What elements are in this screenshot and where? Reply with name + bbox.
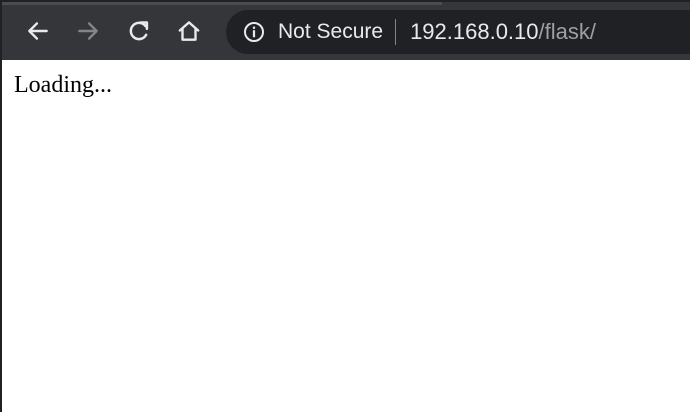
arrow-right-icon: [78, 22, 98, 40]
home-button[interactable]: [173, 14, 205, 48]
arrow-left-icon: [28, 22, 48, 40]
tab-strip-edge: [2, 2, 442, 5]
browser-window: Not Secure 192.168.0.10/flask/ Loading..…: [0, 0, 690, 412]
url-path: /flask/: [538, 19, 596, 44]
reload-button[interactable]: [123, 14, 155, 48]
url-text[interactable]: 192.168.0.10/flask/: [410, 19, 596, 45]
url-host: 192.168.0.10: [410, 19, 539, 44]
address-bar[interactable]: Not Secure 192.168.0.10/flask/: [226, 10, 690, 54]
security-status-label: Not Secure: [278, 20, 384, 43]
reload-icon: [129, 21, 149, 41]
forward-button[interactable]: [72, 14, 104, 48]
page-viewport: Loading...: [2, 60, 690, 412]
home-icon: [178, 21, 200, 41]
site-info-button[interactable]: Not Secure: [226, 10, 395, 54]
info-circle-icon: [244, 22, 264, 42]
back-button[interactable]: [22, 14, 54, 48]
browser-toolbar: Not Secure 192.168.0.10/flask/: [2, 0, 690, 60]
loading-message: Loading...: [14, 72, 112, 98]
omnibox-divider: [395, 19, 397, 45]
